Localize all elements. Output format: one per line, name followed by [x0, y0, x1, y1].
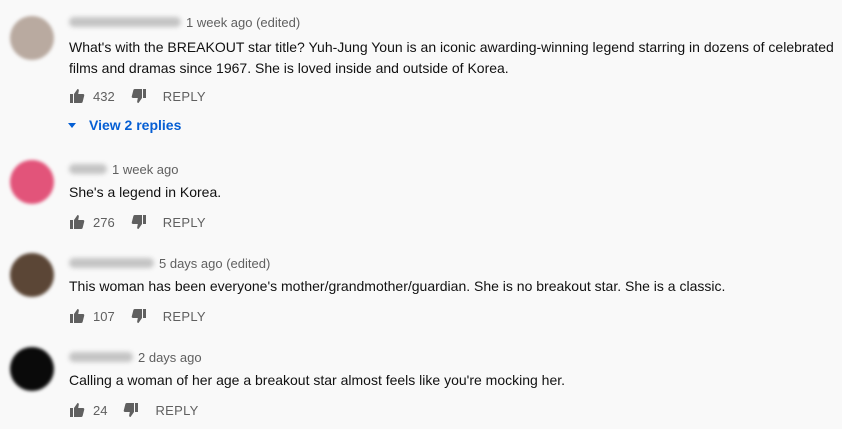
author-name-redacted[interactable] [69, 352, 133, 362]
comment-header: 2 days ago [69, 348, 202, 366]
thumbs-down-icon[interactable] [123, 402, 139, 418]
thumbs-up-icon[interactable] [69, 402, 85, 418]
comment-timestamp[interactable]: 2 days ago [138, 350, 202, 365]
comment-text: Calling a woman of her age a breakout st… [69, 372, 566, 388]
reply-button[interactable]: REPLY [155, 403, 198, 418]
avatar[interactable] [10, 347, 54, 391]
comment-actions: 24 REPLY [69, 400, 199, 420]
like-count: 24 [93, 402, 108, 418]
comment-thread: 2 days ago Calling a woman of her age a … [0, 0, 842, 429]
